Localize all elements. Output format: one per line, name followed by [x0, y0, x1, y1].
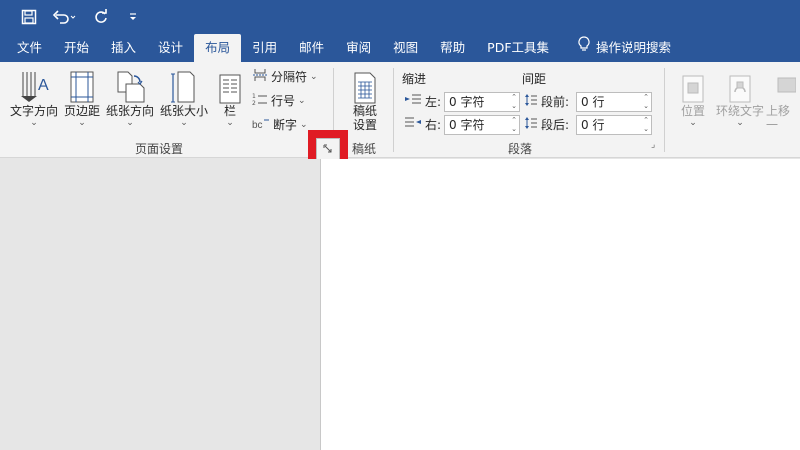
columns-button[interactable]: 栏 ⌄ [214, 68, 246, 128]
spacing-after-label: 段后: [524, 116, 569, 133]
lightbulb-icon [578, 34, 590, 62]
breaks-icon [252, 68, 268, 85]
group-label-manuscript: 稿纸 [352, 142, 377, 156]
position-icon [674, 68, 712, 104]
tab-help[interactable]: 帮助 [429, 34, 476, 62]
chevron-down-icon: ⌄ [689, 118, 697, 128]
line-numbers-icon: 12 [252, 92, 268, 109]
spacing-after-icon [524, 116, 538, 133]
spinner-arrows-icon[interactable]: ⌃ ⌄ [643, 116, 649, 134]
tell-me-label: 操作说明搜索 [596, 40, 672, 55]
position-button[interactable]: 位置 ⌄ [674, 68, 712, 128]
tab-layout[interactable]: 布局 [194, 34, 242, 62]
orientation-button[interactable]: 纸张方向 ⌄ [104, 68, 156, 128]
spinner-arrows-icon[interactable]: ⌃ ⌄ [511, 116, 517, 134]
indent-title: 缩进 [402, 72, 427, 86]
tab-design[interactable]: 设计 [147, 34, 194, 62]
bring-forward-icon [766, 68, 800, 104]
chevron-down-icon: ⌄ [30, 118, 38, 128]
chevron-down-icon: ⌄ [300, 119, 308, 130]
spinner-arrows-icon[interactable]: ⌃ ⌄ [511, 93, 517, 111]
tab-mailings[interactable]: 邮件 [288, 34, 335, 62]
svg-text:2: 2 [252, 100, 256, 106]
spinner-arrows-icon[interactable]: ⌃ ⌄ [643, 93, 649, 111]
dialog-launcher-icon [323, 143, 333, 157]
columns-icon [214, 68, 246, 104]
indent-left-label: 左: [404, 93, 441, 110]
hyphenation-icon: bc [252, 116, 270, 133]
text-direction-icon: A [8, 68, 60, 104]
margins-icon [62, 68, 102, 104]
undo-icon[interactable] [50, 6, 80, 28]
margins-button[interactable]: 页边距 ⌄ [62, 68, 102, 128]
spacing-before-label: 段前: [524, 93, 569, 110]
indent-right-field[interactable]: 0 字符 ⌃ ⌄ [444, 115, 520, 135]
spacing-after-field[interactable]: 0 行 ⌃ ⌄ [576, 115, 652, 135]
quick-access-toolbar [0, 0, 800, 34]
paper-size-icon [158, 68, 210, 104]
tab-references[interactable]: 引用 [241, 34, 288, 62]
chevron-down-icon: ⌄ [126, 118, 134, 128]
manuscript-settings-button[interactable]: 稿纸 设置 [346, 68, 384, 132]
tab-view[interactable]: 视图 [382, 34, 429, 62]
group-label-paragraph: 段落 [508, 142, 533, 156]
indent-right-label: 右: [404, 116, 441, 133]
tab-file[interactable]: 文件 [6, 34, 53, 62]
chevron-down-icon: ⌄ [736, 118, 744, 128]
text-direction-button[interactable]: A 文字方向 ⌄ [8, 68, 60, 128]
save-icon[interactable] [18, 6, 40, 28]
bring-forward-button[interactable]: 上移一 [766, 68, 800, 132]
indent-left-field[interactable]: 0 字符 ⌃ ⌄ [444, 92, 520, 112]
hyphenation-button[interactable]: bc 断字 ⌄ [252, 116, 308, 133]
document-page[interactable] [320, 159, 800, 450]
ribbon-tabs: 文件 开始 插入 设计 布局 引用 邮件 审阅 视图 帮助 PDF工具集 操作说… [0, 34, 800, 62]
group-separator [393, 68, 394, 152]
group-separator [664, 68, 665, 152]
ribbon-layout: A 文字方向 ⌄ 页边距 ⌄ 纸张方向 ⌄ 纸张大小 ⌄ 栏 ⌄ 分隔符 ⌄ 1… [0, 62, 800, 158]
chevron-down-icon: ⌄ [78, 118, 86, 128]
svg-text:bc: bc [252, 120, 263, 130]
manuscript-icon [346, 68, 384, 104]
chevron-down-icon: ⌄ [298, 95, 306, 106]
chevron-down-icon: ⌄ [180, 118, 188, 128]
tab-home[interactable]: 开始 [53, 34, 100, 62]
wrap-text-button[interactable]: 环绕文字 ⌄ [712, 68, 768, 128]
customize-icon[interactable] [122, 6, 144, 28]
chevron-down-icon: ⌄ [310, 71, 318, 82]
line-numbers-button[interactable]: 12 行号 ⌄ [252, 92, 306, 109]
tab-insert[interactable]: 插入 [100, 34, 147, 62]
chevron-down-icon: ⌄ [226, 118, 234, 128]
size-button[interactable]: 纸张大小 ⌄ [158, 68, 210, 128]
spacing-title: 间距 [522, 72, 547, 86]
spacing-before-icon [524, 93, 538, 110]
svg-text:A: A [38, 77, 49, 94]
tell-me-search[interactable]: 操作说明搜索 [560, 34, 682, 62]
wrap-text-icon [712, 68, 768, 104]
spacing-before-field[interactable]: 0 行 ⌃ ⌄ [576, 92, 652, 112]
indent-left-icon [404, 94, 422, 109]
indent-right-icon [404, 117, 422, 132]
breaks-button[interactable]: 分隔符 ⌄ [252, 68, 318, 85]
paragraph-dialog-launcher-icon[interactable]: ⌟ [651, 140, 655, 150]
svg-text:1: 1 [252, 93, 256, 100]
group-label-page-setup: 页面设置 [135, 142, 184, 156]
redo-icon[interactable] [90, 6, 112, 28]
orientation-icon [104, 68, 156, 104]
tab-review[interactable]: 审阅 [335, 34, 382, 62]
tab-pdf-tools[interactable]: PDF工具集 [476, 34, 560, 62]
